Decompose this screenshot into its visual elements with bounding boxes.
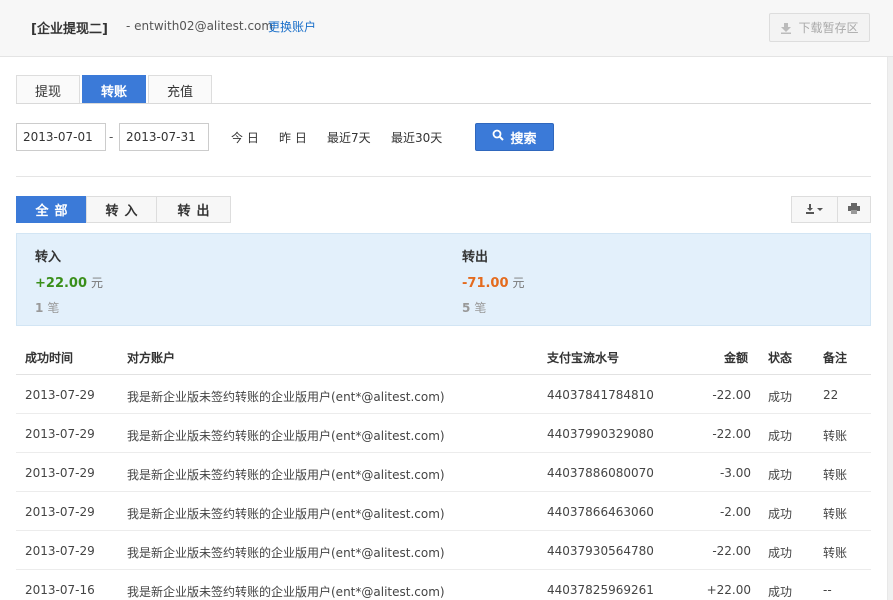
cell-counterparty: 我是新企业版未签约转账的企业版用户(ent*@alitest.com) xyxy=(127,468,445,482)
date-separator: - xyxy=(109,130,114,144)
cell-status: 成功 xyxy=(768,390,793,404)
col-amount-header: 金额 xyxy=(724,351,749,365)
cell-status: 成功 xyxy=(768,429,793,443)
cell-status: 成功 xyxy=(768,468,793,482)
summary-out-count-unit: 笔 xyxy=(474,301,487,315)
cell-counterparty: 我是新企业版未签约转账的企业版用户(ent*@alitest.com) xyxy=(127,507,445,521)
summary-in-amount-value: +22.00 xyxy=(35,276,88,291)
cell-amount: -2.00 xyxy=(719,505,751,519)
col-serial-header: 支付宝流水号 xyxy=(547,351,620,365)
tab-transfer[interactable]: 转账 xyxy=(82,75,146,104)
type-tabs: 提现 转账 充值 xyxy=(16,75,212,104)
cell-note: 转账 xyxy=(823,429,848,443)
export-button[interactable] xyxy=(791,196,838,223)
direction-filter: 全部 转入 转出 xyxy=(16,196,231,223)
summary-in-amount: +22.00 元 xyxy=(35,274,103,291)
export-download-icon xyxy=(805,203,825,217)
cell-counterparty: 我是新企业版未签约转账的企业版用户(ent*@alitest.com) xyxy=(127,546,445,560)
summary-out-count: 5笔 xyxy=(462,299,486,316)
end-date-input[interactable] xyxy=(119,123,209,151)
cell-serial: 44037866463060 xyxy=(547,505,654,519)
cell-note: -- xyxy=(823,583,832,597)
quick-yesterday-link[interactable]: 昨 日 xyxy=(279,129,307,146)
table-row: 2013-07-29 我是新企业版未签约转账的企业版用户(ent*@alites… xyxy=(16,414,871,453)
download-arrow-icon xyxy=(780,22,792,34)
col-note-header: 备注 xyxy=(823,351,848,365)
cell-time: 2013-07-29 xyxy=(25,466,95,480)
cell-counterparty: 我是新企业版未签约转账的企业版用户(ent*@alitest.com) xyxy=(127,429,445,443)
summary-out-count-value: 5 xyxy=(462,301,471,315)
col-counterparty-header: 对方账户 xyxy=(127,351,176,365)
summary-in-unit: 元 xyxy=(91,276,104,290)
download-queue-button[interactable]: 下载暂存区 xyxy=(769,13,870,42)
tabs-divider xyxy=(16,103,871,104)
summary-in-count-value: 1 xyxy=(35,301,44,315)
cell-note: 22 xyxy=(823,388,839,402)
cell-time: 2013-07-29 xyxy=(25,544,95,558)
print-icon xyxy=(848,202,860,217)
account-header: [企业提现二] - entwith02@alitest.com 更换账户 下载暂… xyxy=(0,0,893,57)
quick-today-link[interactable]: 今 日 xyxy=(231,129,259,146)
filter-out-button[interactable]: 转出 xyxy=(156,196,231,223)
account-email: - entwith02@alitest.com xyxy=(126,19,274,33)
cell-serial: 44037930564780 xyxy=(547,544,654,558)
cell-amount: +22.00 xyxy=(706,583,751,597)
table-row: 2013-07-16 我是新企业版未签约转账的企业版用户(ent*@alites… xyxy=(16,570,871,600)
cell-counterparty: 我是新企业版未签约转账的企业版用户(ent*@alitest.com) xyxy=(127,390,445,404)
cell-serial: 44037886080070 xyxy=(547,466,654,480)
print-button[interactable] xyxy=(837,196,871,223)
cell-time: 2013-07-16 xyxy=(25,583,95,597)
cell-serial: 44037825969261 xyxy=(547,583,654,597)
cell-note: 转账 xyxy=(823,468,848,482)
tab-withdraw[interactable]: 提现 xyxy=(16,75,80,104)
switch-account-link[interactable]: 更换账户 xyxy=(268,18,316,35)
quick-last30-link[interactable]: 最近30天 xyxy=(391,129,442,146)
summary-out-unit: 元 xyxy=(512,276,525,290)
table-header: 成功时间 对方账户 支付宝流水号 金额 状态 备注 xyxy=(16,337,871,375)
summary-out-amount-value: -71.00 xyxy=(462,276,509,291)
filter-in-button[interactable]: 转入 xyxy=(86,196,157,223)
cell-status: 成功 xyxy=(768,585,793,599)
summary-panel: 转入 +22.00 元 1笔 转出 -71.00 元 5笔 xyxy=(16,233,871,326)
download-queue-label: 下载暂存区 xyxy=(798,21,859,35)
summary-in-label: 转入 xyxy=(35,250,62,265)
summary-in-count: 1笔 xyxy=(35,299,59,316)
table-row: 2013-07-29 我是新企业版未签约转账的企业版用户(ent*@alites… xyxy=(16,453,871,492)
search-button-label: 搜索 xyxy=(510,131,537,147)
cell-status: 成功 xyxy=(768,507,793,521)
table-row: 2013-07-29 我是新企业版未签约转账的企业版用户(ent*@alites… xyxy=(16,375,871,414)
search-icon xyxy=(492,129,505,145)
summary-out-amount: -71.00 元 xyxy=(462,274,525,291)
tab-recharge[interactable]: 充值 xyxy=(148,75,212,104)
summary-in-count-unit: 笔 xyxy=(47,301,60,315)
cell-counterparty: 我是新企业版未签约转账的企业版用户(ent*@alitest.com) xyxy=(127,585,445,599)
table-row: 2013-07-29 我是新企业版未签约转账的企业版用户(ent*@alites… xyxy=(16,531,871,570)
cell-note: 转账 xyxy=(823,507,848,521)
cell-amount: -22.00 xyxy=(712,544,751,558)
start-date-input[interactable] xyxy=(16,123,106,151)
cell-time: 2013-07-29 xyxy=(25,505,95,519)
cell-serial: 44037841784810 xyxy=(547,388,654,402)
col-time-header: 成功时间 xyxy=(25,351,74,365)
cell-serial: 44037990329080 xyxy=(547,427,654,441)
cell-note: 转账 xyxy=(823,546,848,560)
cell-amount: -3.00 xyxy=(719,466,751,480)
summary-out-label: 转出 xyxy=(462,250,489,265)
table-row: 2013-07-29 我是新企业版未签约转账的企业版用户(ent*@alites… xyxy=(16,492,871,531)
account-title: [企业提现二] xyxy=(31,22,108,37)
cell-time: 2013-07-29 xyxy=(25,388,95,402)
quick-last7-link[interactable]: 最近7天 xyxy=(327,129,371,146)
search-button[interactable]: 搜索 xyxy=(475,123,554,151)
vertical-scrollbar[interactable] xyxy=(887,57,893,600)
cell-time: 2013-07-29 xyxy=(25,427,95,441)
filter-all-button[interactable]: 全部 xyxy=(16,196,87,223)
cell-status: 成功 xyxy=(768,546,793,560)
section-divider xyxy=(16,176,871,177)
cell-amount: -22.00 xyxy=(712,388,751,402)
cell-amount: -22.00 xyxy=(712,427,751,441)
col-status-header: 状态 xyxy=(768,351,793,365)
